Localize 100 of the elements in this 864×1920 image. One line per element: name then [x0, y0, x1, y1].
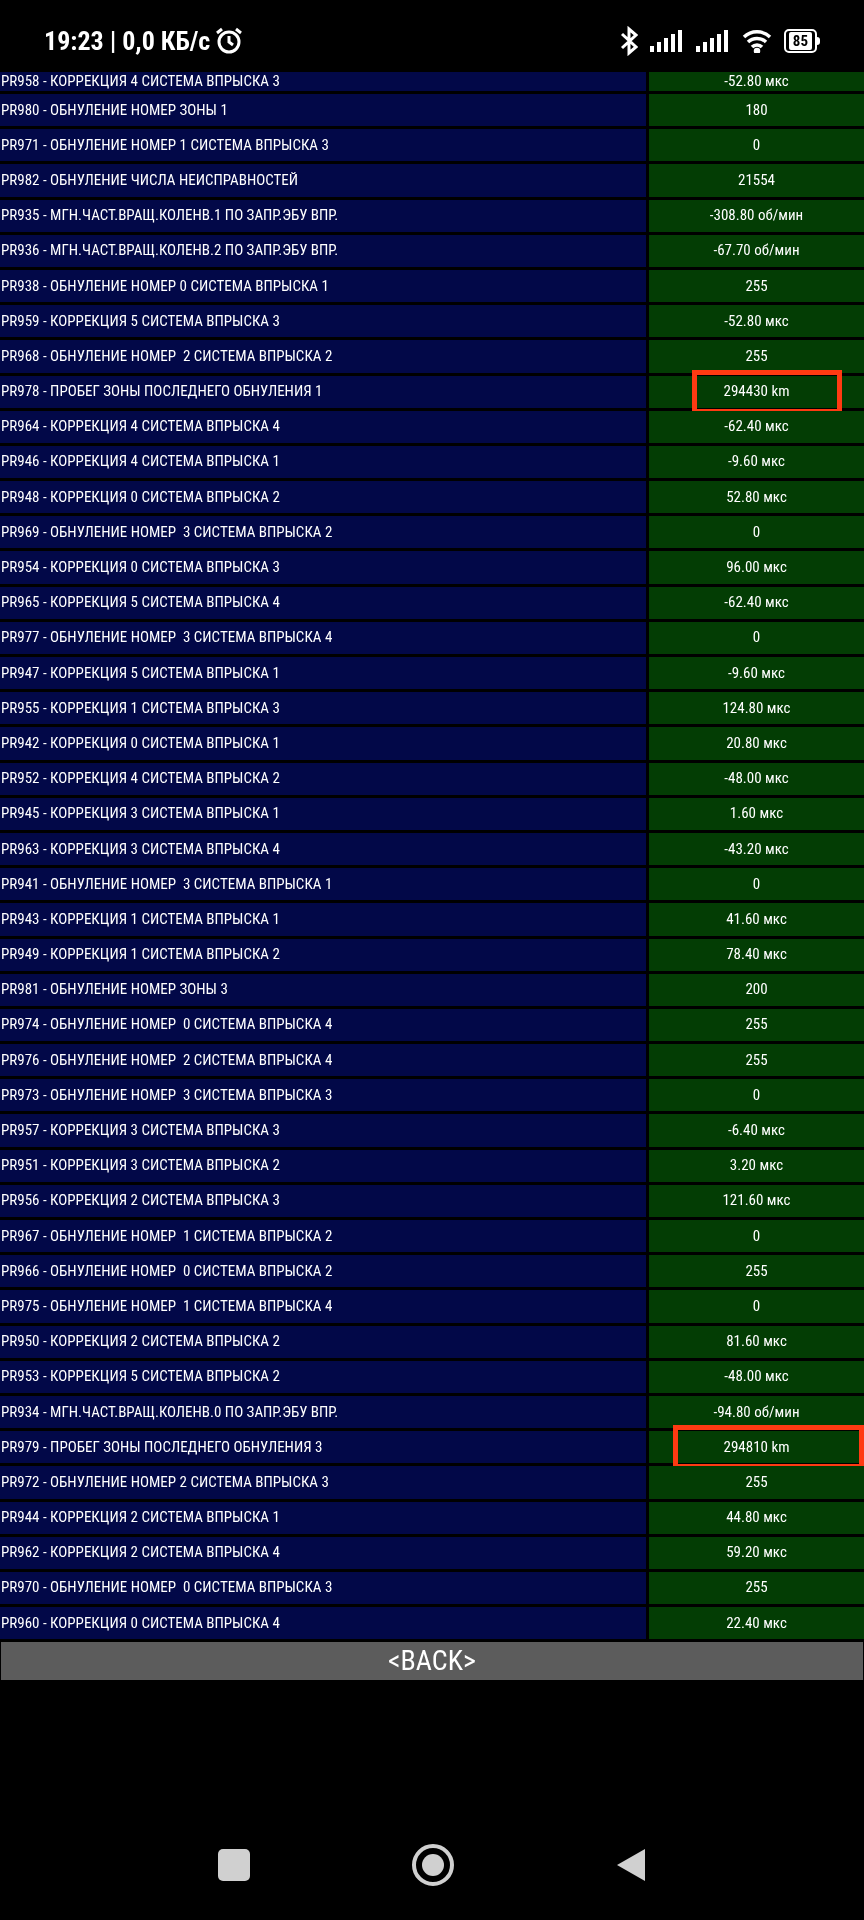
parameter-value: 0	[752, 1087, 761, 1103]
parameter-value: 294810 km	[723, 1439, 790, 1455]
parameter-name-cell: PR978 - ПРОБЕГ ЗОНЫ ПОСЛЕДНЕГО ОБНУЛЕНИЯ 1	[0, 375, 646, 408]
parameter-value: -308.80 об/мин	[709, 208, 804, 224]
parameter-name-cell: PR943 - КОРРЕКЦИЯ 1 СИСТЕМА ВПРЫСКА 1	[0, 903, 646, 936]
parameter-name-cell: PR941 - ОБНУЛЕНИЕ НОМЕР 3 СИСТЕМА ВПРЫСКА 1	[0, 868, 646, 901]
parameter-value: -94.80 об/мин	[713, 1404, 800, 1420]
parameter-name-cell: PR974 - ОБНУЛЕНИЕ НОМЕР 0 СИСТЕМА ВПРЫСКА 4	[0, 1008, 646, 1042]
parameter-name-cell: PR948 - КОРРЕКЦИЯ 0 СИСТЕМА ВПРЫСКА 2	[0, 481, 646, 514]
recents-icon[interactable]	[217, 1848, 251, 1882]
parameter-name-cell: PR954 - КОРРЕКЦИЯ 0 СИСТЕМА ВПРЫСКА 3	[0, 551, 646, 584]
parameter-name-cell: PR946 - КОРРЕКЦИЯ 4 СИСТЕМА ВПРЫСКА 1	[0, 445, 646, 479]
parameter-value: 52.80 мкс	[726, 489, 787, 505]
parameter-name-cell: PR959 - КОРРЕКЦИЯ 5 СИСТЕМА ВПРЫСКА 3	[0, 305, 646, 338]
parameter-value: -62.40 мкс	[724, 419, 789, 435]
parameter-name-cell: PR982 - ОБНУЛЕНИЕ ЧИСЛА НЕИСПРАВНОСТЕЙ	[0, 164, 646, 197]
parameter-name-cell: PR973 - ОБНУЛЕНИЕ НОМЕР 3 СИСТЕМА ВПРЫСКА 3	[0, 1079, 646, 1112]
parameter-value: 0	[752, 630, 761, 646]
signal-icon	[649, 30, 684, 52]
parameter-name-cell: PR968 - ОБНУЛЕНИЕ НОМЕР 2 СИСТЕМА ВПРЫСКА 2	[0, 340, 646, 373]
parameter-name-cell: PR969 - ОБНУЛЕНИЕ НОМЕР 3 СИСТЕМА ВПРЫСКА 2	[0, 516, 646, 549]
parameter-name-cell: PR936 - МГН.ЧАСТ.ВРАЩ.КОЛЕНВ.2 ПО ЗАПР.ЭБУ ВПР.	[0, 234, 646, 267]
parameter-name-cell: PR980 - ОБНУЛЕНИЕ НОМЕР ЗОНЫ 1	[0, 94, 646, 127]
parameter-name-cell: PR963 - КОРРЕКЦИЯ 3 СИСТЕМА ВПРЫСКА 4	[0, 832, 646, 866]
parameter-value: -52.80 мкс	[724, 74, 789, 89]
parameter-value: 255	[745, 278, 768, 294]
parameter-value: 255	[745, 1580, 768, 1596]
parameter-value: 22.40 мкс	[726, 1615, 787, 1631]
parameter-name-cell: PR952 - КОРРЕКЦИЯ 4 СИСТЕМА ВПРЫСКА 2	[0, 762, 646, 795]
parameter-name-cell: PR934 - МГН.ЧАСТ.ВРАЩ.КОЛЕНВ.0 ПО ЗАПР.ЭБУ ВПР.	[0, 1395, 646, 1429]
alarm-icon	[214, 26, 245, 56]
parameter-value: -62.40 мкс	[724, 595, 789, 611]
bluetooth-icon	[619, 26, 638, 56]
parameter-value: 44.80 мкс	[726, 1510, 787, 1526]
parameter-name-cell: PR947 - КОРРЕКЦИЯ 5 СИСТЕМА ВПРЫСКА 1	[0, 657, 646, 690]
parameter-value: 0	[752, 1228, 761, 1244]
parameter-name-cell: PR975 - ОБНУЛЕНИЕ НОМЕР 1 СИСТЕМА ВПРЫСКА 4	[0, 1290, 646, 1323]
parameter-value: -52.80 мкс	[724, 313, 789, 329]
parameter-value: -9.60 мкс	[727, 454, 785, 470]
parameter-value: -43.20 мкс	[724, 841, 789, 857]
back-icon[interactable]	[615, 1847, 647, 1883]
parameter-name-cell: PR964 - КОРРЕКЦИЯ 4 СИСТЕМА ВПРЫСКА 4	[0, 410, 646, 443]
parameter-value: 78.40 мкс	[726, 947, 787, 963]
parameter-value: 255	[745, 348, 768, 364]
parameter-value: 41.60 мкс	[726, 911, 787, 927]
parameter-value: 255	[745, 1263, 768, 1279]
status-time: 19:23 | 0,0 КБ/с	[44, 24, 211, 58]
parameter-value: -9.60 мкс	[727, 665, 785, 681]
parameter-name-cell: PR949 - КОРРЕКЦИЯ 1 СИСТЕМА ВПРЫСКА 2	[0, 938, 646, 971]
parameter-name-cell: PR967 - ОБНУЛЕНИЕ НОМЕР 1 СИСТЕМА ВПРЫСКА 2	[0, 1220, 646, 1253]
parameter-value: 124.80 мкс	[722, 700, 791, 716]
parameter-value: 81.60 мкс	[726, 1334, 787, 1350]
battery-indicator: 85	[783, 29, 820, 53]
parameter-name-cell: PR971 - ОБНУЛЕНИЕ НОМЕР 1 СИСТЕМА ВПРЫСКА 3	[0, 129, 646, 162]
parameter-value: 0	[752, 524, 761, 540]
parameter-value: 59.20 мкс	[726, 1545, 787, 1561]
parameter-name-cell: PR951 - КОРРЕКЦИЯ 3 СИСТЕМА ВПРЫСКА 2	[0, 1149, 646, 1182]
parameter-name-cell: PR979 - ПРОБЕГ ЗОНЫ ПОСЛЕДНЕГО ОБНУЛЕНИЯ 3	[0, 1431, 646, 1464]
parameter-name-cell: PR953 - КОРРЕКЦИЯ 5 СИСТЕМА ВПРЫСКА 2	[0, 1360, 646, 1393]
wifi-icon	[741, 29, 772, 53]
parameter-value: -67.70 об/мин	[713, 243, 800, 259]
parameter-value: 1.60 мкс	[729, 806, 784, 822]
parameter-value: 0	[752, 137, 761, 153]
parameter-value: 294430 km	[723, 384, 790, 400]
parameter-name-cell: PR965 - КОРРЕКЦИЯ 5 СИСТЕМА ВПРЫСКА 4	[0, 586, 646, 619]
parameter-name-cell: PR945 - КОРРЕКЦИЯ 3 СИСТЕМА ВПРЫСКА 1	[0, 797, 646, 830]
parameter-name-cell: PR960 - КОРРЕКЦИЯ 0 СИСТЕМА ВПРЫСКА 4	[0, 1607, 646, 1640]
parameter-value: 96.00 мкс	[726, 560, 787, 576]
parameter-value: 21554	[738, 172, 775, 188]
parameter-name-cell: PR976 - ОБНУЛЕНИЕ НОМЕР 2 СИСТЕМА ВПРЫСКА 4	[0, 1044, 646, 1077]
parameter-value: 180	[745, 102, 768, 118]
parameter-name-cell: PR955 - КОРРЕКЦИЯ 1 СИСТЕМА ВПРЫСКА 3	[0, 692, 646, 725]
parameter-name-cell: PR938 - ОБНУЛЕНИЕ НОМЕР 0 СИСТЕМА ВПРЫСКА 1	[0, 269, 646, 303]
parameter-name-cell: PR957 - КОРРЕКЦИЯ 3 СИСТЕМА ВПРЫСКА 3	[0, 1114, 646, 1147]
parameter-name-cell: PR970 - ОБНУЛЕНИЕ НОМЕР 0 СИСТЕМА ВПРЫСКА 3	[0, 1571, 646, 1605]
parameter-value: 3.20 мкс	[729, 1158, 784, 1174]
parameter-value: -48.00 мкс	[724, 771, 789, 787]
parameter-value: -6.40 мкс	[727, 1123, 785, 1139]
parameter-value: 255	[745, 1474, 768, 1490]
parameter-name-cell: PR942 - КОРРЕКЦИЯ 0 СИСТЕМА ВПРЫСКА 1	[0, 727, 646, 760]
parameter-value: 255	[745, 1052, 768, 1068]
parameter-name-cell: PR956 - КОРРЕКЦИЯ 2 СИСТЕМА ВПРЫСКА 3	[0, 1184, 646, 1217]
parameter-value: 121.60 мкс	[722, 1193, 791, 1209]
parameter-name-cell: PR972 - ОБНУЛЕНИЕ НОМЕР 2 СИСТЕМА ВПРЫСКА 3	[0, 1466, 646, 1499]
parameter-name-cell: PR958 - КОРРЕКЦИЯ 4 СИСТЕМА ВПРЫСКА 3	[0, 72, 646, 91]
parameter-name-cell: PR944 - КОРРЕКЦИЯ 2 СИСТЕМА ВПРЫСКА 1	[0, 1501, 646, 1534]
signal-icon	[695, 30, 730, 52]
parameter-value: 0	[752, 876, 761, 892]
parameter-value: 255	[745, 1017, 768, 1033]
parameter-name-cell: PR966 - ОБНУЛЕНИЕ НОМЕР 0 СИСТЕМА ВПРЫСКА 2	[0, 1255, 646, 1288]
parameter-name-cell: PR981 - ОБНУЛЕНИЕ НОМЕР ЗОНЫ 3	[0, 973, 646, 1006]
parameter-name-cell: PR962 - КОРРЕКЦИЯ 2 СИСТЕМА ВПРЫСКА 4	[0, 1536, 646, 1569]
parameter-name-cell: PR935 - МГН.ЧАСТ.ВРАЩ.КОЛЕНВ.1 ПО ЗАПР.ЭБУ ВПР.	[0, 199, 646, 232]
parameter-name-cell: PR950 - КОРРЕКЦИЯ 2 СИСТЕМА ВПРЫСКА 2	[0, 1325, 646, 1358]
home-icon[interactable]	[411, 1843, 455, 1887]
parameter-value: -48.00 мкс	[724, 1369, 789, 1385]
back-button[interactable]: <BACK>	[1, 1642, 863, 1681]
parameter-name-cell: PR977 - ОБНУЛЕНИЕ НОМЕР 3 СИСТЕМА ВПРЫСКА 4	[0, 621, 646, 654]
parameter-value: 20.80 мкс	[726, 735, 787, 751]
parameter-value: 200	[745, 982, 768, 998]
